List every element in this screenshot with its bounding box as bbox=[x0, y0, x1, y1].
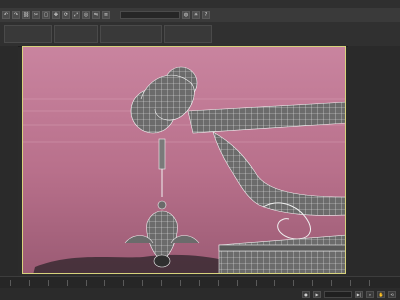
mirror-icon[interactable]: ⇋ bbox=[92, 11, 100, 19]
zoom-icon[interactable]: ⌕ bbox=[366, 290, 374, 298]
viewport-scene bbox=[23, 66, 345, 273]
redo-icon[interactable]: ↷ bbox=[12, 11, 20, 19]
render-icon[interactable]: ☀ bbox=[192, 11, 200, 19]
chain-mesh bbox=[157, 138, 167, 210]
snap-icon[interactable]: ◎ bbox=[82, 11, 90, 19]
ribbon-group bbox=[164, 25, 212, 43]
ribbon-group bbox=[100, 25, 162, 43]
status-bar: ● ▶ ▶| ⌕ ✋ ⟲ bbox=[0, 288, 400, 300]
scale-icon[interactable]: ⤢ bbox=[72, 11, 80, 19]
next-frame-icon[interactable]: ▶| bbox=[355, 290, 363, 298]
play-icon[interactable]: ▶ bbox=[313, 290, 321, 298]
move-icon[interactable]: ✥ bbox=[52, 11, 60, 19]
ribbon bbox=[0, 22, 400, 47]
select-icon[interactable]: ▢ bbox=[42, 11, 50, 19]
base-mesh bbox=[218, 234, 345, 273]
orbit-icon[interactable]: ⟲ bbox=[388, 290, 396, 298]
ground-shadow bbox=[33, 254, 237, 273]
render-setup-icon[interactable]: ◍ bbox=[182, 11, 190, 19]
search-input[interactable] bbox=[120, 11, 180, 19]
menu-bar bbox=[0, 0, 400, 8]
pan-icon[interactable]: ✋ bbox=[377, 290, 385, 298]
curl-ornament bbox=[130, 66, 198, 134]
base-top bbox=[218, 244, 345, 252]
align-icon[interactable]: ≡ bbox=[102, 11, 110, 19]
rotate-icon[interactable]: ⟳ bbox=[62, 11, 70, 19]
help-icon[interactable]: ? bbox=[202, 11, 210, 19]
left-panel bbox=[0, 46, 18, 276]
main-toolbar: ↶ ↷ ⛓ ✂ ▢ ✥ ⟳ ⤢ ◎ ⇋ ≡ ◍ ☀ ? bbox=[0, 8, 400, 22]
command-panel bbox=[348, 46, 400, 276]
beam-mesh bbox=[187, 101, 345, 134]
timeline-ticks bbox=[10, 280, 370, 286]
link-icon[interactable]: ⛓ bbox=[22, 11, 30, 19]
ribbon-group bbox=[54, 25, 98, 43]
frame-field[interactable] bbox=[324, 290, 352, 298]
viewport[interactable] bbox=[22, 46, 346, 274]
undo-icon[interactable]: ↶ bbox=[2, 11, 10, 19]
ribbon-group bbox=[4, 25, 52, 43]
unlink-icon[interactable]: ✂ bbox=[32, 11, 40, 19]
auto-key-icon[interactable]: ● bbox=[302, 290, 310, 298]
